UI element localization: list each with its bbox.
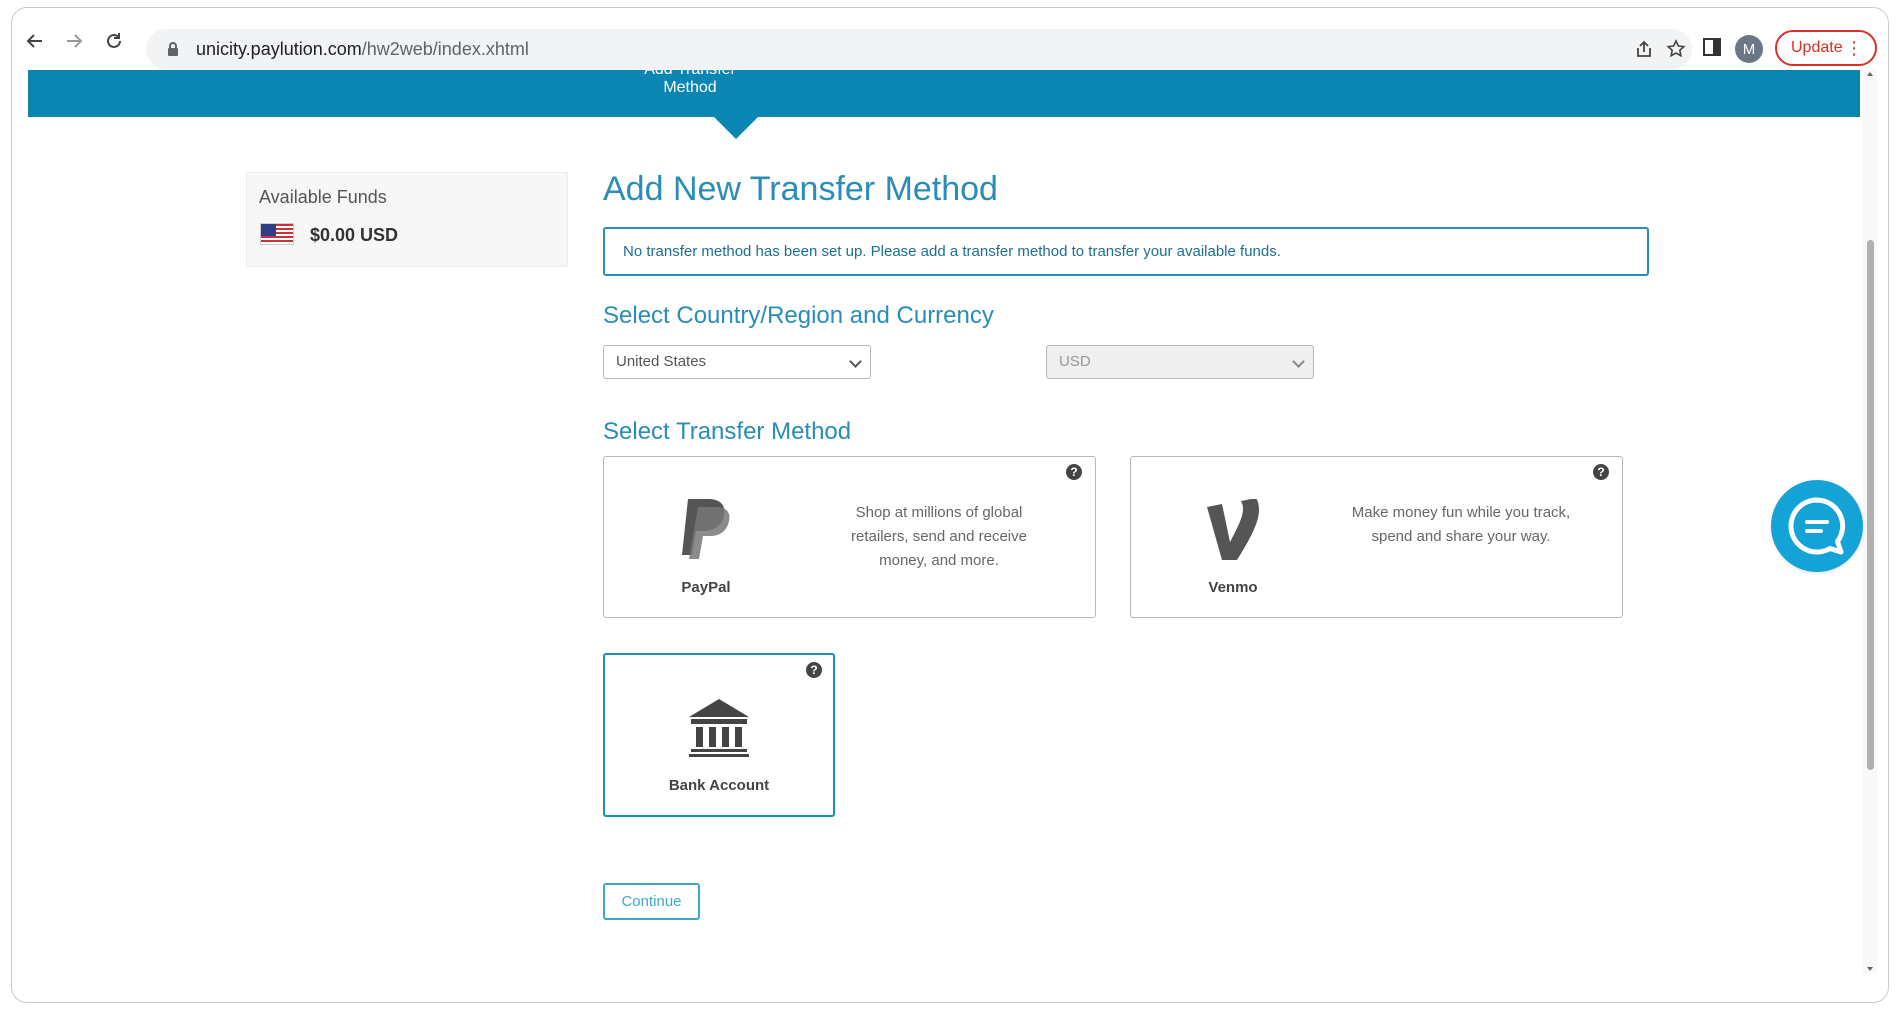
share-icon[interactable] xyxy=(1634,39,1654,59)
banner-step-label: Add Transfer Method xyxy=(620,70,760,97)
arrow-left-icon xyxy=(26,34,42,48)
method-label: Bank Account xyxy=(668,777,770,794)
url-text: unicity.paylution.com/hw2web/index.xhtml xyxy=(196,29,529,69)
page-title: Add New Transfer Method xyxy=(603,170,998,208)
profile-avatar[interactable]: M xyxy=(1735,35,1763,63)
help-icon[interactable]: ? xyxy=(1593,464,1609,480)
method-label: PayPal xyxy=(681,579,731,596)
currency-select[interactable]: USD xyxy=(1046,345,1314,379)
paypal-logo-icon xyxy=(682,499,730,559)
reload-button[interactable] xyxy=(101,28,127,54)
currency-select-value: USD xyxy=(1059,353,1091,370)
page-viewport: Add Transfer Method Available Funds $0.0… xyxy=(28,70,1860,973)
back-button[interactable] xyxy=(22,28,48,54)
url-host: unicity.paylution.com xyxy=(196,39,362,59)
url-path: /hw2web/index.xhtml xyxy=(361,39,529,59)
update-label: Update xyxy=(1791,39,1843,56)
forward-button[interactable] xyxy=(61,28,87,54)
method-section-title: Select Transfer Method xyxy=(603,418,852,445)
funds-label: Available Funds xyxy=(259,187,387,207)
method-card-bank-account[interactable]: ? Bank Account xyxy=(603,653,835,817)
scroll-up-icon[interactable] xyxy=(1867,72,1873,76)
chat-widget-button[interactable] xyxy=(1771,480,1863,572)
funds-amount: $0.00 USD xyxy=(310,225,399,245)
scroll-thumb[interactable] xyxy=(1867,240,1874,770)
country-select[interactable]: United States xyxy=(603,345,871,379)
continue-button[interactable]: Continue xyxy=(603,883,700,920)
star-icon[interactable] xyxy=(1666,39,1686,59)
help-icon[interactable]: ? xyxy=(806,662,822,678)
scroll-down-icon[interactable] xyxy=(1867,967,1873,971)
venmo-logo-icon xyxy=(1207,499,1259,560)
banner-step-arrow xyxy=(714,117,758,139)
more-vert-icon: ⋮ xyxy=(1845,38,1863,58)
address-bar[interactable]: unicity.paylution.com/hw2web/index.xhtml xyxy=(146,29,1692,69)
page-scrollbar[interactable] xyxy=(1863,70,1877,973)
reload-icon xyxy=(107,33,121,48)
country-select-value: United States xyxy=(616,353,707,370)
update-button[interactable]: Update ⋮ xyxy=(1775,30,1877,66)
available-funds-panel: Available Funds $0.00 USD xyxy=(246,172,568,267)
arrow-right-icon xyxy=(67,34,83,48)
method-description: Shop at millions of global retailers, se… xyxy=(851,504,1027,569)
side-panel-icon[interactable] xyxy=(1702,37,1722,57)
help-icon[interactable]: ? xyxy=(1066,464,1082,480)
bank-icon xyxy=(689,699,749,757)
method-description: Make money fun while you track, spend an… xyxy=(1351,504,1571,545)
country-section-title: Select Country/Region and Currency xyxy=(603,302,994,329)
chevron-down-icon xyxy=(1292,355,1305,368)
method-label: Venmo xyxy=(1208,579,1258,596)
method-card-venmo[interactable]: ? Venmo Make money fun while you track, … xyxy=(1130,456,1623,618)
chat-icon xyxy=(1788,497,1846,555)
lock-icon xyxy=(168,42,178,56)
banner-step-text: Method xyxy=(663,79,717,96)
browser-toolbar: unicity.paylution.com/hw2web/index.xhtml… xyxy=(12,8,1888,69)
chevron-down-icon xyxy=(849,355,862,368)
notice-box: No transfer method has been set up. Plea… xyxy=(603,227,1649,276)
method-card-paypal[interactable]: ? PayPal Shop at millions of global reta… xyxy=(603,456,1096,618)
banner-step-cut-text: Add Transfer xyxy=(620,70,760,79)
step-banner: Add Transfer Method xyxy=(28,70,1860,117)
browser-window: unicity.paylution.com/hw2web/index.xhtml… xyxy=(11,7,1889,1003)
us-flag-icon xyxy=(260,223,294,245)
